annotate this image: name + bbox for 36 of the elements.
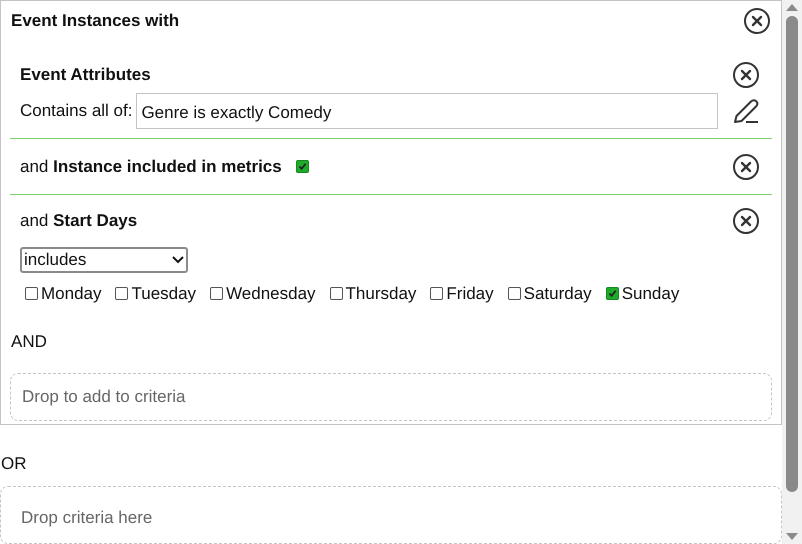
close-icon[interactable] xyxy=(732,207,760,235)
pencil-icon[interactable] xyxy=(732,97,760,125)
day-label: Friday xyxy=(446,283,494,305)
joiner-label: AND xyxy=(10,330,48,352)
day-label: Tuesday xyxy=(131,283,196,305)
scroll-up-icon[interactable] xyxy=(785,2,799,12)
scrollbar[interactable] xyxy=(782,0,802,544)
checkbox[interactable] xyxy=(115,287,128,300)
checkbox[interactable] xyxy=(606,287,619,300)
criterion-title: and Start Days xyxy=(20,210,138,232)
or-label: OR xyxy=(0,452,28,475)
checkbox[interactable] xyxy=(210,287,224,300)
day-label: Monday xyxy=(41,283,102,305)
caret-icon xyxy=(172,256,184,264)
checkbox[interactable] xyxy=(430,287,444,300)
scroll-thumb[interactable] xyxy=(786,16,798,492)
close-icon[interactable] xyxy=(732,152,760,180)
group-title: Event Instances with xyxy=(11,10,180,32)
drop-zone[interactable]: Drop criteria here xyxy=(0,486,782,544)
checkbox[interactable] xyxy=(508,287,521,300)
close-icon[interactable] xyxy=(732,61,760,89)
day-label: Thursday xyxy=(346,283,416,305)
input-field[interactable]: Genre is exactly Comedy xyxy=(136,93,718,129)
scroll-down-icon[interactable] xyxy=(785,532,799,542)
field-label: Contains all of: xyxy=(20,100,132,122)
checkbox[interactable] xyxy=(296,160,309,173)
checkbox[interactable] xyxy=(330,287,343,300)
criterion-title: Event Attributes xyxy=(20,64,151,86)
dropdown[interactable]: includes xyxy=(20,247,188,273)
drop-zone[interactable]: Drop to add to criteria xyxy=(10,373,772,421)
day-label: Saturday xyxy=(524,283,592,305)
checkbox[interactable] xyxy=(25,287,38,300)
day-label: Wednesday xyxy=(226,283,316,305)
criterion-title: and Instance included in metrics xyxy=(20,156,282,178)
day-label: Sunday xyxy=(622,283,680,305)
close-icon[interactable] xyxy=(743,7,771,35)
